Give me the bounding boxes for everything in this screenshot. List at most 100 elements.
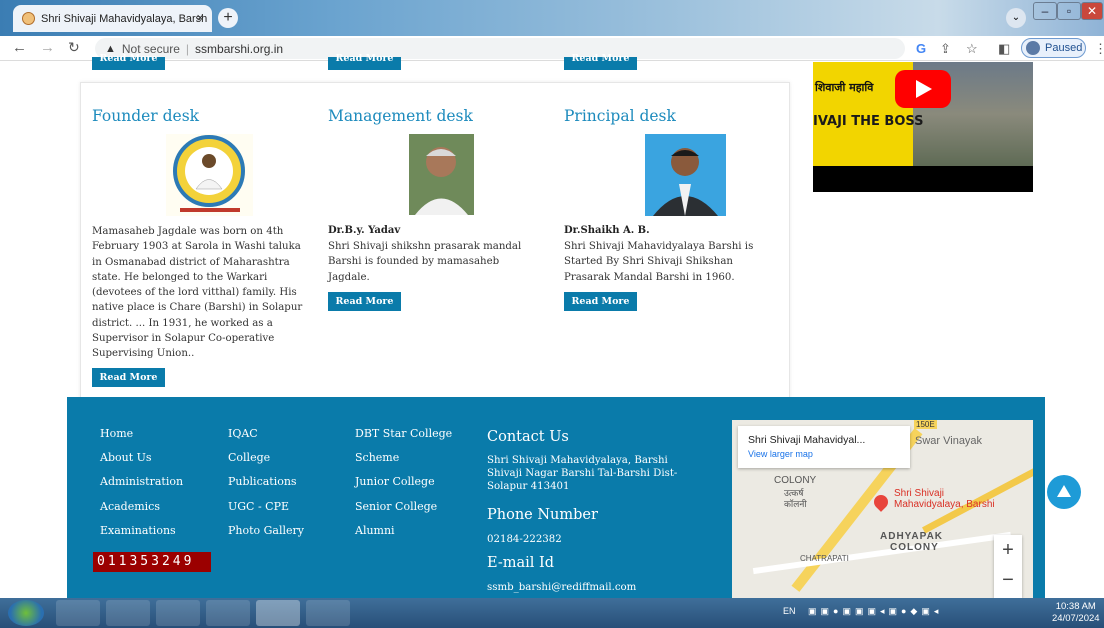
browser-tab[interactable]: Shri Shivaji Mahavidyalaya, Barsh × [13,5,212,32]
browser-toolbar: ← → ↻ ▲ Not secure | ssmbarshi.org.in G … [0,36,1104,61]
site-footer: Home About Us Administration Academics E… [67,397,1045,598]
address-line-3: Solapur 413401 [487,481,570,492]
zoom-out-button[interactable]: − [994,565,1022,595]
read-more-button[interactable]: Read More [564,54,637,70]
map-label-chatrapati: CHATRAPATI [800,554,849,563]
google-icon[interactable]: G [916,41,926,56]
forward-arrow-icon[interactable]: → [40,39,55,56]
footer-link-iqac[interactable]: IQAC [228,427,258,440]
map-label-colony-mr2: कॉलनी [784,499,807,509]
map-road [922,433,1033,534]
footer-link-examinations[interactable]: Examinations [100,524,176,537]
founder-photo [166,134,253,216]
tab-search-icon[interactable]: ⌄ [1006,8,1026,28]
system-tray-icons[interactable]: ▣▣●▣▣▣◂▣●◆▣◂ [808,606,942,617]
footer-link-senior-college[interactable]: Senior College [355,500,437,513]
tab-title: Shri Shivaji Mahavidyalaya, Barsh [41,12,208,25]
map-pin-label-1: Shri Shivaji [894,488,945,499]
web-page: Read More Read More Read More Founder de… [0,54,1104,598]
map-label-adhyapak: ADHYAPAK [880,531,944,542]
back-arrow-icon[interactable]: ← [12,39,27,56]
footer-link-home[interactable]: Home [100,427,133,440]
map-road-label: 150E [914,420,937,429]
windows-taskbar: EN ▣▣●▣▣▣◂▣●◆▣◂ 10:38 AM 24/07/2024 [0,598,1104,628]
maximize-button[interactable]: ▫ [1057,2,1081,20]
principal-read-more-button[interactable]: Read More [564,292,637,311]
map-label-colony: COLONY [774,475,817,486]
new-tab-button[interactable]: + [218,8,238,28]
management-photo [409,134,474,215]
close-tab-icon[interactable]: × [196,10,204,25]
view-larger-map-link[interactable]: View larger map [748,449,910,459]
principal-description: Shri Shivaji Mahavidyalaya Barshi is Sta… [564,241,754,283]
footer-link-ugc-cpe[interactable]: UGC - CPE [228,500,289,513]
founder-read-more-button[interactable]: Read More [92,368,165,387]
start-button-icon[interactable] [8,600,44,626]
map-label-swar: Swar Vinayak [915,435,983,447]
map-zoom-control[interactable]: + − [994,535,1022,598]
profile-avatar-icon [1026,41,1040,55]
language-indicator[interactable]: EN [783,606,796,616]
contact-heading: Contact Us [487,429,569,445]
footer-link-academics[interactable]: Academics [100,500,160,513]
video-caption-marathi: शिवाजी महावि [815,81,874,94]
profile-status: Paused [1045,42,1083,54]
close-window-button[interactable]: ✕ [1081,2,1103,20]
bookmark-star-icon[interactable]: ☆ [966,41,978,57]
site-favicon-icon [22,12,35,25]
minimize-button[interactable]: – [1033,2,1057,20]
reload-icon[interactable]: ↻ [68,39,80,56]
address-line-1: Shri Shivaji Mahavidyalaya, Barshi [487,455,668,466]
opera-icon[interactable] [156,600,200,626]
video-caption-english: IVAJI THE BOSS [813,114,924,129]
principal-name: Dr.Shaikh A. B. [564,225,650,236]
clock-date: 24/07/2024 [1052,613,1100,624]
media-player-icon[interactable] [206,600,250,626]
management-name: Dr.B.y. Yadav [328,225,401,236]
footer-link-about-us[interactable]: About Us [100,451,152,464]
address-line-2: Shivaji Nagar Barshi Tal-Barshi Dist- [487,468,678,479]
footer-link-junior-college[interactable]: Junior College [355,475,435,488]
principal-desk-title: Principal desk [564,107,676,125]
phone-heading: Phone Number [487,507,598,523]
management-read-more-button[interactable]: Read More [328,292,401,311]
menu-kebab-icon[interactable]: ⋮ [1094,41,1104,57]
read-more-button[interactable]: Read More [328,54,401,70]
google-map[interactable]: 150E Shri Shivaji Mahavidyal... View lar… [732,420,1033,598]
management-description: Shri Shivaji shikshn prasarak mandal Bar… [328,241,522,283]
footer-link-administration[interactable]: Administration [100,475,183,488]
map-label-adhyapak-colony: COLONY [890,542,939,553]
zoom-in-button[interactable]: + [994,535,1022,565]
email-heading: E-mail Id [487,555,555,571]
footer-link-alumni[interactable]: Alumni [355,524,395,537]
principal-photo [645,134,726,216]
internet-explorer-icon[interactable] [56,600,100,626]
footer-link-publications[interactable]: Publications [228,475,297,488]
play-button-icon[interactable] [895,70,951,108]
footer-link-dbt-star-college[interactable]: DBT Star College [355,427,452,440]
file-explorer-icon[interactable] [106,600,150,626]
footer-link-college[interactable]: College [228,451,270,464]
clock-time: 10:38 AM [1055,601,1096,612]
profile-button[interactable]: Paused [1021,38,1086,58]
browser-tab-bar: Shri Shivaji Mahavidyalaya, Barsh × + ⌄ … [0,0,1104,36]
map-place-card: Shri Shivaji Mahavidyal... View larger m… [738,426,910,468]
read-more-button[interactable]: Read More [92,54,165,70]
side-panel-icon[interactable]: ◧ [998,41,1010,57]
share-icon[interactable]: ⇪ [940,41,951,57]
address-bar[interactable]: ▲ Not secure | ssmbarshi.org.in [95,38,905,59]
footer-link-scheme[interactable]: Scheme [355,451,399,464]
youtube-video[interactable]: शिवाजी महावि IVAJI THE BOSS [813,62,1033,192]
footer-link-photo-gallery[interactable]: Photo Gallery [228,524,304,537]
visitor-counter: 011353249 [93,552,211,572]
scroll-to-top-button[interactable] [1047,475,1081,509]
video-bottom-bar [813,166,1033,192]
chrome-icon[interactable] [256,600,300,626]
taskbar-clock[interactable]: 10:38 AM 24/07/2024 [1052,601,1100,625]
email-address[interactable]: ssmb_barshi@rediffmail.com [487,581,636,594]
founder-desk-title: Founder desk [92,107,200,125]
url-text: ssmbarshi.org.in [195,41,284,56]
management-desk-title: Management desk [328,107,473,125]
map-pin-label-2: Mahavidyalaya, Barshi [894,499,995,510]
word-icon[interactable] [306,600,350,626]
